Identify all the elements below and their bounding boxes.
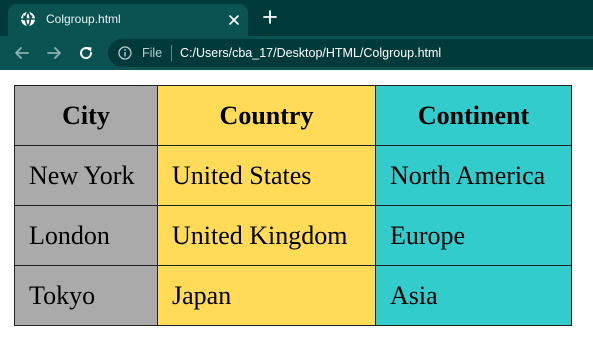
reload-icon[interactable] <box>77 44 95 62</box>
file-label: File <box>142 46 163 60</box>
tab-title: Colgroup.html <box>46 12 121 26</box>
table-cell: Tokyo <box>14 265 158 326</box>
table-cell: Japan <box>157 265 376 326</box>
geography-table: City Country Continent New York United S… <box>14 85 572 326</box>
table-cell: North America <box>375 145 572 206</box>
header-cell: Continent <box>375 85 572 146</box>
address-divider <box>171 45 172 61</box>
table-cell: London <box>14 205 158 266</box>
tab-colgroup[interactable]: Colgroup.html <box>8 4 248 36</box>
close-icon[interactable] <box>226 12 242 28</box>
table-cell: United States <box>157 145 376 206</box>
globe-icon <box>21 11 35 27</box>
new-tab-plus-icon[interactable] <box>262 9 278 25</box>
header-row: City Country Continent <box>14 85 572 146</box>
toolbar: File C:/Users/cba_17/Desktop/HTML/Colgro… <box>0 36 593 70</box>
header-cell: Country <box>157 85 376 146</box>
table-row: London United Kingdom Europe <box>14 205 572 266</box>
page-content: City Country Continent New York United S… <box>0 70 593 348</box>
table-cell: Europe <box>375 205 572 266</box>
tab-strip: Colgroup.html <box>0 0 593 36</box>
back-arrow-icon[interactable] <box>13 44 31 62</box>
address-bar[interactable]: File C:/Users/cba_17/Desktop/HTML/Colgro… <box>108 39 593 67</box>
forward-arrow-icon[interactable] <box>45 44 63 62</box>
table-cell: United Kingdom <box>157 205 376 266</box>
url-text[interactable]: C:/Users/cba_17/Desktop/HTML/Colgroup.ht… <box>180 46 441 60</box>
table-row: New York United States North America <box>14 145 572 206</box>
header-cell: City <box>14 85 158 146</box>
table-cell: New York <box>14 145 158 206</box>
table-row: Tokyo Japan Asia <box>14 265 572 326</box>
info-icon[interactable] <box>118 46 132 60</box>
table-cell: Asia <box>375 265 572 326</box>
browser-window: Colgroup.html File C:/Users/cba_17/Deskt… <box>0 0 593 348</box>
